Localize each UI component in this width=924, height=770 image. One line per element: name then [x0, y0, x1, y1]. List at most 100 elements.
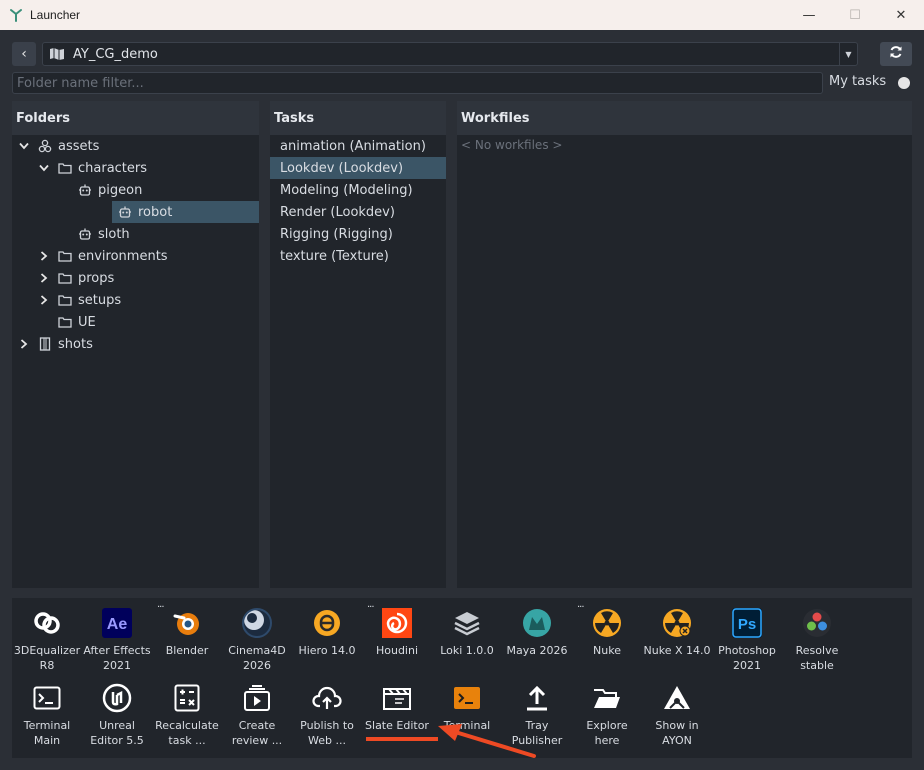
app-button-nukex[interactable]: Nuke X 14.0: [642, 607, 712, 658]
chevron-right-icon[interactable]: [38, 272, 50, 284]
folders-panel: Folders assets characters pigeon robot sloth…: [12, 101, 259, 588]
app-button-after-effects[interactable]: Ae After Effects 2021: [82, 607, 152, 673]
review-icon: [241, 682, 273, 714]
my-tasks-label: My tasks: [829, 74, 887, 89]
app-label-line1: Maya 2026: [506, 644, 568, 657]
my-tasks-toggle[interactable]: [884, 76, 912, 90]
app-button-nuke[interactable]: ... Nuke: [572, 599, 642, 658]
app-label-line1: Recalculate: [155, 719, 219, 732]
folder-row-environments[interactable]: environments: [38, 245, 168, 267]
app-button-resolve[interactable]: Resolve stable: [782, 607, 852, 673]
chevron-right-icon[interactable]: [38, 250, 50, 262]
app-label-line1: After Effects: [83, 644, 151, 657]
app-button-cloud-upload[interactable]: Publish to Web ...: [292, 682, 362, 748]
ayon-logo-icon: [8, 7, 24, 23]
app-label-line2: 2026: [243, 659, 271, 672]
task-row[interactable]: Rigging (Rigging): [270, 223, 446, 245]
app-label-line1: Photoshop: [718, 644, 776, 657]
app-label: After Effects 2021: [82, 643, 152, 673]
more-variants-icon[interactable]: ...: [367, 599, 374, 610]
task-row[interactable]: texture (Texture): [270, 245, 446, 267]
maximize-button[interactable]: ☐: [832, 0, 878, 30]
app-label: Create review ...: [222, 718, 292, 748]
chevron-left-icon: ‹: [21, 46, 27, 62]
app-button-calculator[interactable]: Recalculate task ...: [152, 682, 222, 748]
applications-panel: 3DEqualizer R8 Ae After Effects 2021... Blend…: [12, 598, 912, 758]
film-icon: [38, 337, 52, 351]
minimize-button[interactable]: —: [786, 0, 832, 30]
back-button[interactable]: ‹: [12, 42, 36, 66]
app-button-photoshop[interactable]: Ps Photoshop 2021: [712, 607, 782, 673]
folder-label: pigeon: [98, 182, 143, 198]
folder-row-pigeon[interactable]: pigeon: [58, 179, 142, 201]
3dequalizer-icon: [31, 607, 63, 639]
ayon-icon: [661, 682, 693, 714]
app-button-clapperboard[interactable]: Slate Editor: [362, 682, 432, 733]
folder-row-assets[interactable]: assets: [18, 135, 99, 157]
task-row[interactable]: animation (Animation): [270, 135, 446, 157]
app-button-houdini[interactable]: ... Houdini: [362, 599, 432, 658]
task-label: animation (Animation): [280, 138, 426, 154]
task-row[interactable]: Render (Lookdev): [270, 201, 446, 223]
folder-row-shots[interactable]: shots: [18, 333, 93, 355]
folder-row-sloth[interactable]: sloth: [58, 223, 130, 245]
more-variants-icon[interactable]: ...: [577, 599, 584, 610]
app-label-line1: Publish to: [300, 719, 354, 732]
chevron-down-icon[interactable]: [18, 140, 30, 152]
chevron-right-icon[interactable]: [18, 338, 30, 350]
project-selector[interactable]: AY_CG_demo ▼: [42, 42, 858, 66]
app-button-review[interactable]: Create review ...: [222, 682, 292, 748]
app-label: Hiero 14.0: [292, 643, 362, 658]
folder-filter-input[interactable]: [12, 72, 823, 94]
cinema4d-icon: [241, 607, 273, 639]
workfiles-panel: Workfiles < No workfiles >: [457, 101, 912, 588]
app-button-folder-open[interactable]: Explore here: [572, 682, 642, 748]
chevron-right-icon[interactable]: [38, 294, 50, 306]
app-label-line2: Publisher: [511, 734, 563, 747]
task-label: Rigging (Rigging): [280, 226, 393, 242]
window-title: Launcher: [30, 8, 81, 22]
folder-row-props[interactable]: props: [38, 267, 114, 289]
app-label: Nuke: [572, 643, 642, 658]
app-button-maya[interactable]: Maya 2026: [502, 607, 572, 658]
annotation-underline: [366, 737, 438, 741]
maya-icon: [521, 607, 553, 639]
more-variants-icon[interactable]: ...: [157, 599, 164, 610]
chevron-down-icon[interactable]: [38, 162, 50, 174]
app-label-line1: Cinema4D: [228, 644, 286, 657]
app-label-line1: Loki 1.0.0: [440, 644, 494, 657]
close-button[interactable]: ✕: [878, 0, 924, 30]
task-row[interactable]: Modeling (Modeling): [270, 179, 446, 201]
terminal-icon: [31, 682, 63, 714]
app-button-terminal[interactable]: Terminal Main: [12, 682, 82, 748]
folder-row-ue[interactable]: UE: [38, 311, 96, 333]
app-button-3dequalizer[interactable]: 3DEqualizer R8: [12, 607, 82, 673]
workfiles-header: Workfiles: [457, 101, 912, 135]
nukex-icon: [661, 607, 693, 639]
task-label: texture (Texture): [280, 248, 389, 264]
app-button-cinema4d[interactable]: Cinema4D 2026: [222, 607, 292, 673]
app-label-line2: stable: [800, 659, 834, 672]
folder-row-robot[interactable]: robot: [112, 201, 259, 223]
dropdown-arrow-icon[interactable]: ▼: [839, 43, 857, 65]
task-row[interactable]: Lookdev (Lookdev): [270, 157, 446, 179]
app-button-ayon[interactable]: Show in AYON: [642, 682, 712, 748]
refresh-button[interactable]: [880, 42, 912, 66]
app-button-loki[interactable]: Loki 1.0.0: [432, 607, 502, 658]
app-button-terminal-orange[interactable]: Terminal: [432, 682, 502, 733]
app-button-hiero[interactable]: Hiero 14.0: [292, 607, 362, 658]
app-button-unreal[interactable]: Unreal Editor 5.5: [82, 682, 152, 748]
resolve-icon: [801, 607, 833, 639]
app-label-line1: Terminal: [443, 719, 491, 732]
folder-label: shots: [58, 336, 93, 352]
app-button-blender[interactable]: ... Blender: [152, 599, 222, 658]
app-label: Slate Editor: [362, 718, 432, 733]
folder-row-characters[interactable]: characters: [38, 157, 147, 179]
folder-label: characters: [78, 160, 148, 176]
app-button-upload[interactable]: Tray Publisher: [502, 682, 572, 748]
folder-row-setups[interactable]: setups: [38, 289, 121, 311]
tasks-header: Tasks: [270, 101, 446, 135]
app-label: Recalculate task ...: [152, 718, 222, 748]
